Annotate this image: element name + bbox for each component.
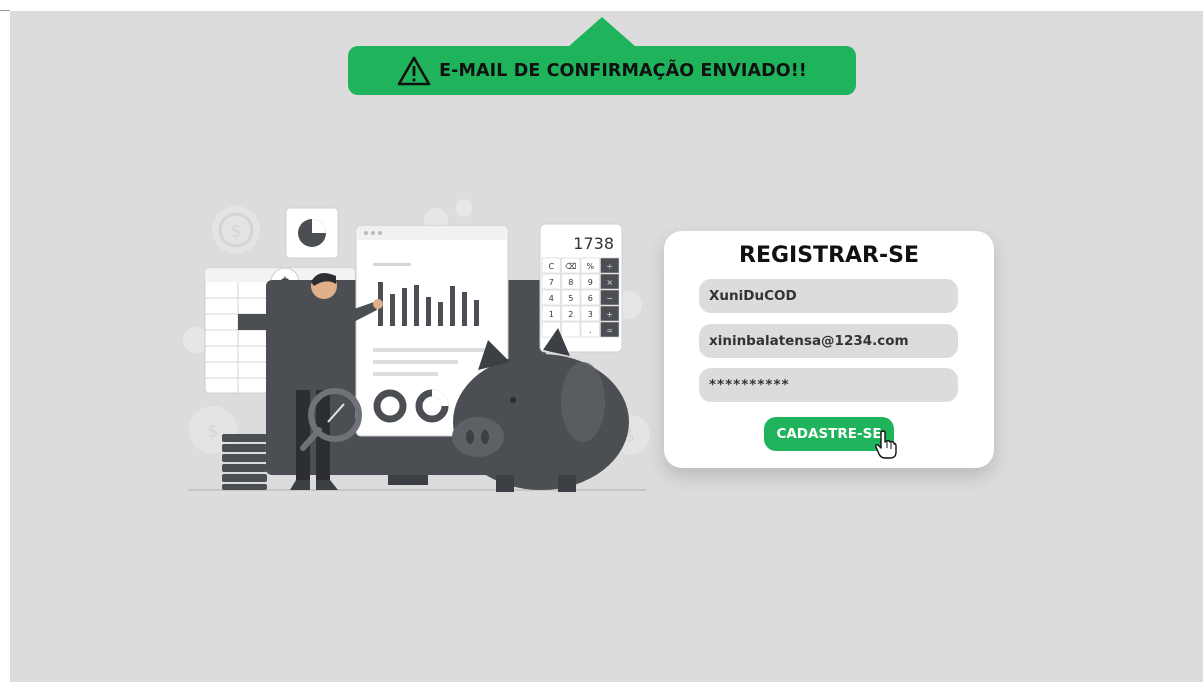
calculator-key-label: 5 <box>568 294 573 303</box>
confirmation-toast: E-MAIL DE CONFIRMAÇÃO ENVIADO!! <box>348 46 856 95</box>
calculator-key-label: + <box>606 310 613 319</box>
calculator-key-label: − <box>606 294 613 303</box>
register-title: REGISTRAR-SE <box>739 243 919 268</box>
calculator-key-label: = <box>606 326 613 335</box>
faded-coin-top-left: $ <box>212 206 260 254</box>
password-field[interactable] <box>699 368 958 402</box>
calculator-key-label: 6 <box>588 294 593 303</box>
calculator-key-label: ÷ <box>606 262 613 271</box>
calculator-key-label: × <box>606 278 613 287</box>
calculator-key-label: 3 <box>588 310 593 319</box>
calculator-key-label: % <box>586 262 594 271</box>
hand-pointer-icon <box>875 430 897 459</box>
calculator-key-label: 4 <box>549 294 554 303</box>
calculator-key-label: 1 <box>549 310 554 319</box>
svg-text:$: $ <box>230 221 241 242</box>
svg-text:1738: 1738 <box>573 234 614 253</box>
svg-text:$: $ <box>207 421 218 442</box>
calculator-key-label: C <box>548 262 554 271</box>
calculator-key-label: 9 <box>588 278 593 287</box>
toast-pointer <box>568 17 636 47</box>
pie-chart-card <box>285 207 339 259</box>
warning-icon <box>397 56 431 85</box>
calculator-key-label: 8 <box>568 278 573 287</box>
calculator-key-label: 7 <box>549 278 554 287</box>
email-field[interactable] <box>699 324 958 358</box>
calculator: 1738 C ⌫% ÷ 7 8 9 × 4 5 6 − 1 2 3 +. = <box>539 223 623 353</box>
finance-illustration: $ $ $ 1738 C ⌫ % ÷7 8 9 ×4 5 6 −1 2 3 +.… <box>183 199 650 492</box>
window-edge-line <box>0 10 10 11</box>
username-field[interactable] <box>699 279 958 313</box>
calculator-key-label: . <box>589 326 592 335</box>
register-card: REGISTRAR-SE CADASTRE-SE <box>664 231 994 468</box>
calculator-key <box>561 321 581 338</box>
calculator-key-label: 2 <box>568 310 573 319</box>
calculator-key-label: ⌫ <box>565 262 576 271</box>
toast-message: E-MAIL DE CONFIRMAÇÃO ENVIADO!! <box>439 60 807 81</box>
